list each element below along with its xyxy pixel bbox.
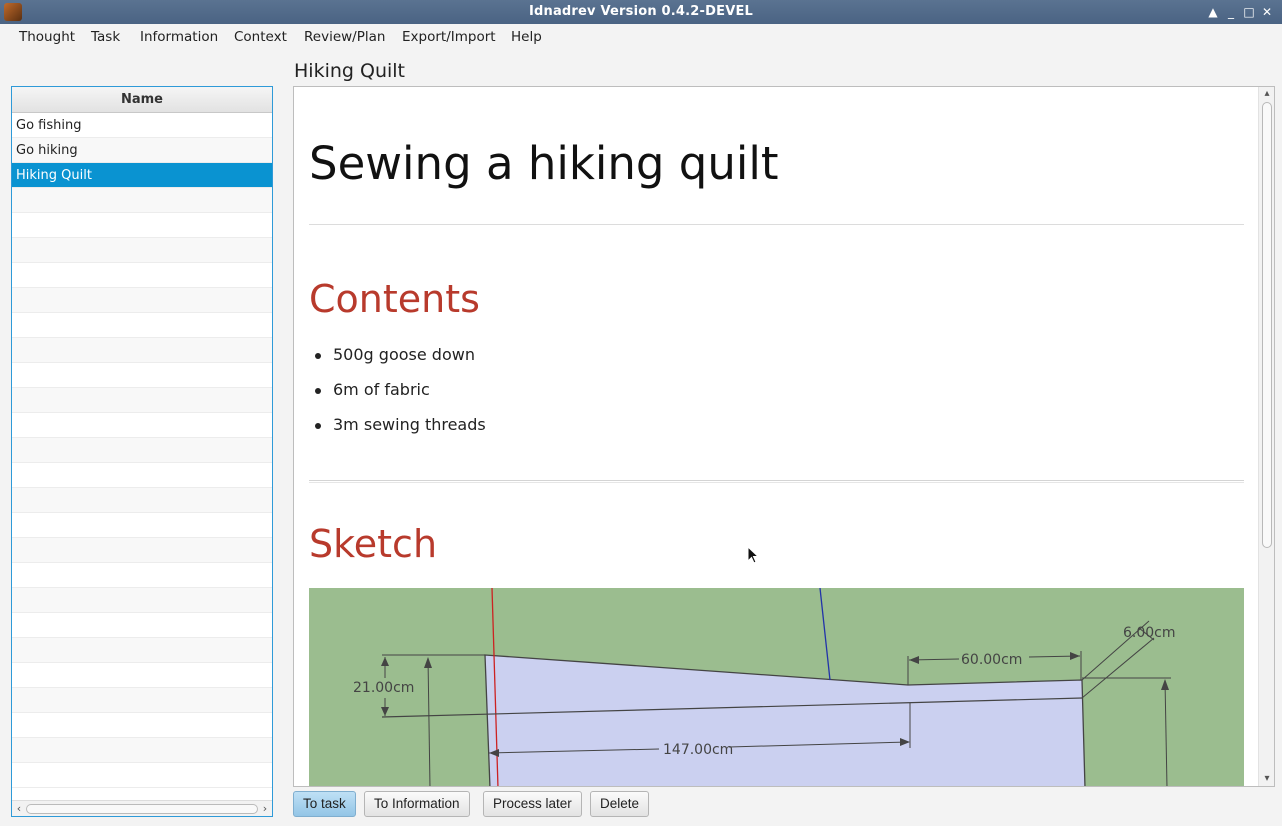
horizontal-scrollbar[interactable]: ‹ › bbox=[12, 800, 272, 816]
empty-row bbox=[12, 738, 272, 763]
sketch-image: 21.00cm 147.00cm 60.00cm 6.00cm bbox=[309, 588, 1244, 786]
empty-row bbox=[12, 213, 272, 238]
menu-context[interactable]: Context bbox=[234, 29, 287, 45]
empty-row bbox=[12, 488, 272, 513]
menu-help[interactable]: Help bbox=[511, 29, 542, 45]
empty-row bbox=[12, 338, 272, 363]
empty-row bbox=[12, 263, 272, 288]
list-item: 500g goose down bbox=[309, 345, 486, 380]
empty-row bbox=[12, 463, 272, 488]
empty-row bbox=[12, 238, 272, 263]
sketch-label-corner: 6.00cm bbox=[1123, 625, 1176, 641]
menu-thought[interactable]: Thought bbox=[19, 29, 75, 45]
scroll-right-icon[interactable]: › bbox=[259, 801, 271, 816]
detail-title: Hiking Quilt bbox=[294, 60, 405, 82]
scrollbar-thumb[interactable] bbox=[26, 804, 258, 814]
empty-row bbox=[12, 763, 272, 788]
sketch-heading: Sketch bbox=[309, 522, 438, 566]
menu-export-import[interactable]: Export/Import bbox=[402, 29, 496, 45]
list-item[interactable]: Go fishing bbox=[12, 113, 272, 138]
mouse-cursor-icon bbox=[747, 546, 759, 564]
empty-row bbox=[12, 663, 272, 688]
contents-list: 500g goose down 6m of fabric 3m sewing t… bbox=[309, 345, 486, 450]
empty-row bbox=[12, 438, 272, 463]
empty-row bbox=[12, 313, 272, 338]
title-bar: Idnadrev Version 0.4.2-DEVEL ▲ _ □ ✕ bbox=[0, 0, 1282, 24]
to-task-button[interactable]: To task bbox=[293, 791, 356, 817]
list-item: 6m of fabric bbox=[309, 380, 486, 415]
contents-heading: Contents bbox=[309, 277, 480, 321]
empty-row bbox=[12, 513, 272, 538]
scroll-down-icon[interactable]: ▾ bbox=[1259, 772, 1274, 786]
list-item-selected[interactable]: Hiking Quilt bbox=[12, 163, 272, 188]
list-rows: Go fishing Go hiking Hiking Quilt bbox=[12, 113, 272, 802]
menu-information[interactable]: Information bbox=[140, 29, 218, 45]
scroll-up-icon[interactable]: ▴ bbox=[1259, 87, 1274, 101]
menu-review-plan[interactable]: Review/Plan bbox=[304, 29, 385, 45]
menu-task[interactable]: Task bbox=[91, 29, 120, 45]
maximize-icon[interactable]: □ bbox=[1241, 3, 1257, 21]
sketch-label-height: 21.00cm bbox=[353, 680, 414, 696]
scroll-left-icon[interactable]: ‹ bbox=[13, 801, 25, 816]
sketch-label-width: 60.00cm bbox=[961, 652, 1022, 668]
process-later-button[interactable]: Process later bbox=[483, 791, 582, 817]
empty-row bbox=[12, 688, 272, 713]
close-icon[interactable]: ✕ bbox=[1259, 3, 1275, 21]
divider bbox=[309, 224, 1244, 225]
vertical-scrollbar[interactable]: ▴ ▾ bbox=[1258, 87, 1274, 786]
window-title: Idnadrev Version 0.4.2-DEVEL bbox=[528, 4, 754, 19]
empty-row bbox=[12, 588, 272, 613]
empty-row bbox=[12, 713, 272, 738]
divider bbox=[309, 480, 1244, 483]
empty-row bbox=[12, 413, 272, 438]
sketch-label-length: 147.00cm bbox=[663, 742, 733, 758]
minimize-icon[interactable]: _ bbox=[1223, 3, 1239, 21]
empty-row bbox=[12, 538, 272, 563]
keep-above-icon[interactable]: ▲ bbox=[1205, 3, 1221, 21]
empty-row bbox=[12, 388, 272, 413]
empty-row bbox=[12, 288, 272, 313]
empty-row bbox=[12, 188, 272, 213]
document-view[interactable]: Sewing a hiking quilt Contents 500g goos… bbox=[293, 86, 1275, 787]
scrollbar-thumb[interactable] bbox=[1262, 102, 1272, 548]
delete-button[interactable]: Delete bbox=[590, 791, 650, 817]
list-item: 3m sewing threads bbox=[309, 415, 486, 450]
thought-list[interactable]: Name Go fishing Go hiking Hiking Quilt ‹… bbox=[11, 86, 273, 817]
empty-row bbox=[12, 613, 272, 638]
menu-bar: Thought Task Information Context Review/… bbox=[0, 24, 1282, 50]
column-header-name[interactable]: Name bbox=[12, 87, 272, 113]
document-heading: Sewing a hiking quilt bbox=[309, 137, 779, 190]
empty-row bbox=[12, 638, 272, 663]
list-item[interactable]: Go hiking bbox=[12, 138, 272, 163]
empty-row bbox=[12, 363, 272, 388]
to-information-button[interactable]: To Information bbox=[364, 791, 470, 817]
empty-row bbox=[12, 563, 272, 588]
